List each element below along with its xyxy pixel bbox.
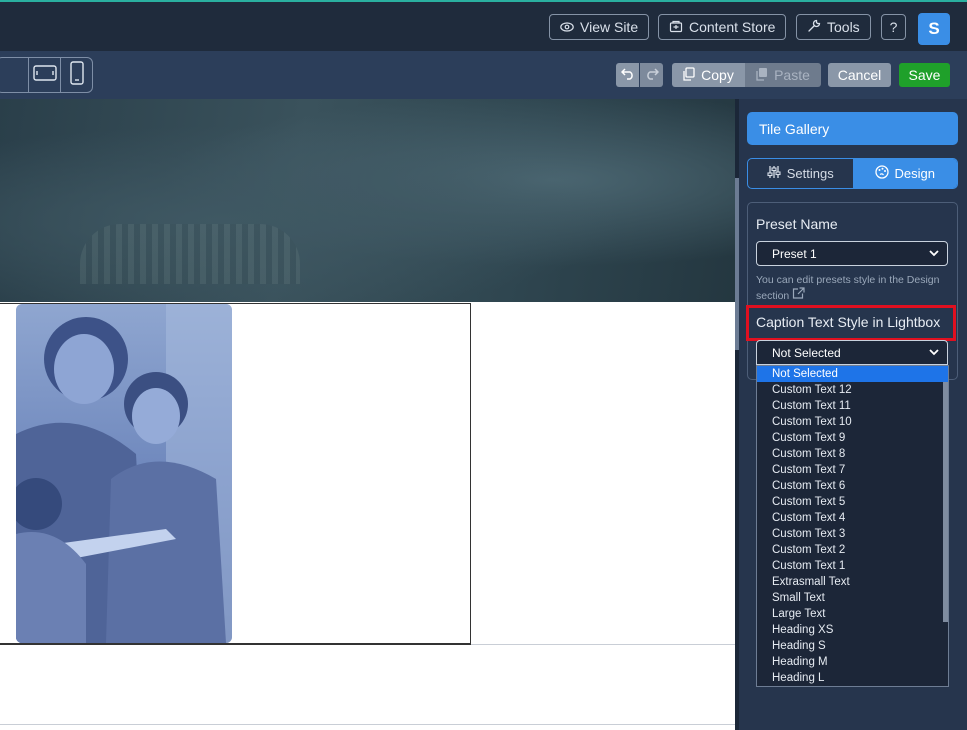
preset-select[interactable]: Preset 1 xyxy=(756,241,948,266)
caption-label-highlight xyxy=(746,305,956,341)
dropdown-option[interactable]: Custom Text 1 xyxy=(757,558,948,574)
dropdown-option[interactable]: Heading S xyxy=(757,638,948,654)
panel-title-text: Tile Gallery xyxy=(759,120,830,137)
dropdown-option[interactable]: Custom Text 12 xyxy=(757,382,948,398)
hero-background-image xyxy=(0,99,735,302)
preset-hint-text: You can edit presets style in the Design… xyxy=(756,274,940,302)
panel-title: Tile Gallery xyxy=(747,112,958,145)
paste-label: Paste xyxy=(774,67,810,83)
avatar-initial: S xyxy=(928,19,940,38)
undo-icon xyxy=(620,67,635,84)
dropdown-scrollbar[interactable] xyxy=(943,382,948,622)
device-switcher xyxy=(0,57,93,93)
chevron-down-icon xyxy=(928,247,940,259)
dropdown-option[interactable]: Custom Text 10 xyxy=(757,414,948,430)
dropdown-option[interactable]: Custom Text 4 xyxy=(757,510,948,526)
dropdown-option[interactable]: Heading XS xyxy=(757,622,948,638)
dropdown-option[interactable]: Large Text xyxy=(757,606,948,622)
mobile-icon xyxy=(69,60,84,90)
tablet-landscape-icon xyxy=(32,64,57,86)
tab-design-label: Design xyxy=(894,166,935,181)
copy-button[interactable]: Copy xyxy=(672,63,745,87)
dropdown-option[interactable]: Custom Text 8 xyxy=(757,446,948,462)
dropdown-option[interactable]: Custom Text 9 xyxy=(757,430,948,446)
tab-settings-label: Settings xyxy=(786,166,834,181)
tools-label: Tools xyxy=(827,19,860,35)
device-mobile-option[interactable] xyxy=(61,58,92,92)
caption-select-value: Not Selected xyxy=(772,345,841,360)
dropdown-option[interactable]: Small Text xyxy=(757,590,948,606)
save-button[interactable]: Save xyxy=(899,63,950,87)
tab-settings[interactable]: Settings xyxy=(748,159,853,188)
dropdown-option[interactable]: Heading L xyxy=(757,670,948,686)
tab-design[interactable]: Design xyxy=(852,159,957,188)
cancel-label: Cancel xyxy=(837,67,882,83)
copy-icon xyxy=(683,66,695,84)
dropdown-option[interactable]: Extrasmall Text xyxy=(757,574,948,590)
content-store-label: Content Store xyxy=(689,19,776,35)
eye-icon xyxy=(560,19,574,35)
wrench-icon xyxy=(807,19,821,36)
paste-button[interactable]: Paste xyxy=(745,63,821,87)
hero-image-detail xyxy=(80,224,300,284)
row-divider-bottom xyxy=(0,724,735,725)
people-photo-illustration xyxy=(16,304,232,643)
external-link-icon[interactable] xyxy=(792,287,805,302)
row-divider xyxy=(471,644,735,645)
row-divider-left xyxy=(0,644,471,645)
palette-icon xyxy=(874,165,889,182)
redo-button[interactable] xyxy=(640,63,663,87)
gallery-tile-image[interactable] xyxy=(16,304,232,643)
tools-button[interactable]: Tools xyxy=(796,14,871,40)
store-icon xyxy=(669,19,683,36)
dropdown-option[interactable]: Custom Text 7 xyxy=(757,462,948,478)
redo-icon xyxy=(645,67,659,84)
paste-icon xyxy=(756,67,768,84)
copy-label: Copy xyxy=(701,67,734,83)
save-label: Save xyxy=(908,67,941,83)
preset-hint: You can edit presets style in the Design… xyxy=(756,273,951,303)
help-label: ? xyxy=(889,19,898,35)
caption-style-select[interactable]: Not Selected xyxy=(756,340,948,365)
top-bar: View Site Content Store Tools ? S xyxy=(0,0,967,51)
sliders-icon xyxy=(767,165,781,182)
device-tablet-option[interactable] xyxy=(29,58,61,92)
caption-style-dropdown: Not Selected Custom Text 12 Custom Text … xyxy=(756,365,949,687)
undo-button[interactable] xyxy=(616,63,639,87)
content-store-button[interactable]: Content Store xyxy=(658,14,787,40)
dropdown-option[interactable]: Custom Text 5 xyxy=(757,494,948,510)
preset-select-value: Preset 1 xyxy=(772,246,817,261)
view-site-button[interactable]: View Site xyxy=(549,14,650,40)
chevron-down-icon xyxy=(928,346,940,358)
dropdown-option[interactable]: Custom Text 11 xyxy=(757,398,948,414)
view-site-label: View Site xyxy=(580,19,639,35)
canvas-scrollbar[interactable] xyxy=(735,178,739,350)
editor-toolbar: Copy Paste Cancel Save xyxy=(0,51,967,99)
dropdown-option[interactable]: Custom Text 2 xyxy=(757,542,948,558)
preset-name-label: Preset Name xyxy=(756,216,838,232)
help-button[interactable]: ? xyxy=(881,14,906,40)
panel-tabs: Settings Design xyxy=(747,158,958,189)
device-desktop-option[interactable] xyxy=(0,58,29,92)
user-avatar[interactable]: S xyxy=(918,13,950,45)
dropdown-option[interactable]: Not Selected xyxy=(757,366,948,382)
dropdown-option[interactable]: Custom Text 3 xyxy=(757,526,948,542)
dropdown-option[interactable]: Heading M xyxy=(757,654,948,670)
dropdown-option[interactable]: Custom Text 6 xyxy=(757,478,948,494)
cancel-button[interactable]: Cancel xyxy=(828,63,891,87)
